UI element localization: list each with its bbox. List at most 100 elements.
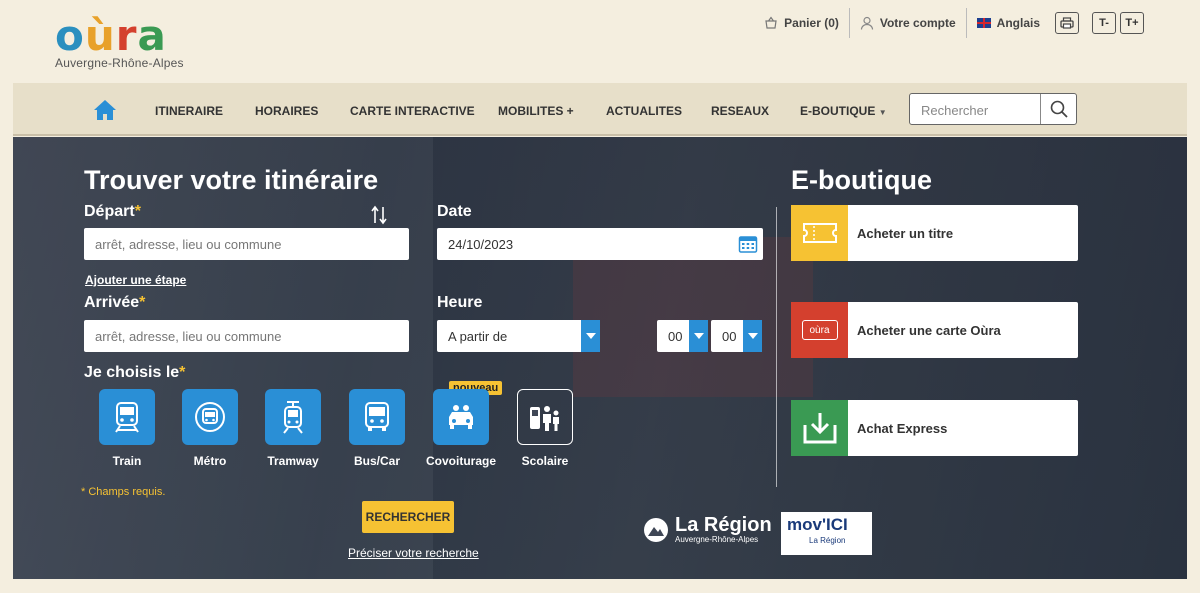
mode-covoiturage-button[interactable]: [433, 389, 489, 445]
download-icon: [791, 400, 848, 456]
mode-train-button[interactable]: [99, 389, 155, 445]
mode-train-label: Train: [112, 454, 142, 468]
depart-label: Départ*: [84, 203, 141, 221]
section-divider: [776, 207, 777, 487]
search-input[interactable]: Rechercher: [921, 103, 988, 118]
logo-wordmark: oùra: [55, 11, 167, 60]
logo-subtitle: Auvergne-Rhône-Alpes: [55, 56, 184, 70]
arrivee-field[interactable]: arrêt, adresse, lieu ou commune: [84, 320, 409, 352]
required-note: * Champs requis.: [81, 486, 166, 498]
date-input[interactable]: 24/10/2023: [448, 237, 513, 252]
language-switch[interactable]: Anglais: [965, 8, 1050, 38]
cart-link[interactable]: Panier (0): [754, 8, 849, 38]
hour-value: 00: [668, 329, 683, 344]
movici-logo[interactable]: mov'ICI La Région: [781, 512, 872, 555]
chevron-down-icon: ▼: [878, 108, 887, 117]
search-button[interactable]: [1040, 94, 1076, 124]
account-link[interactable]: Votre compte: [848, 8, 966, 38]
oura-card-text: oùra: [801, 320, 838, 340]
mode-tramway-label: Tramway: [267, 454, 319, 468]
depart-input[interactable]: arrêt, adresse, lieu ou commune: [95, 237, 281, 252]
buy-ticket-card[interactable]: Acheter un titre: [791, 205, 1078, 261]
bus-icon: [365, 402, 389, 431]
search-itinerary-button[interactable]: RECHERCHER: [362, 501, 454, 533]
tram-icon: [283, 401, 303, 434]
minute-select[interactable]: 00: [711, 320, 762, 352]
region-mountain-icon: [644, 517, 668, 542]
printer-icon: [1060, 17, 1074, 29]
oura-card-icon: oùra: [791, 302, 848, 358]
hero-panel: Trouver votre itinéraire Départ* arrêt, …: [13, 137, 1187, 579]
date-field[interactable]: 24/10/2023: [437, 228, 763, 260]
add-step-link[interactable]: Ajouter une étape: [85, 273, 186, 287]
nav-reseaux[interactable]: RESEAUX: [711, 104, 769, 118]
mode-covoiturage-label: Covoiturage: [425, 454, 496, 468]
mode-scolaire-label: Scolaire: [521, 454, 569, 468]
buy-card-card[interactable]: oùra Acheter une carte Oùra: [791, 302, 1078, 358]
region-logo[interactable]: La Région Auvergne-Rhône-Alpes: [643, 515, 772, 544]
uk-flag-icon: [976, 18, 991, 28]
nav-carte-interactive[interactable]: CARTE INTERACTIVE: [350, 104, 475, 118]
date-label: Date: [437, 203, 472, 220]
user-icon: [860, 16, 873, 30]
nav-actualites[interactable]: ACTUALITES: [606, 104, 682, 118]
main-nav: ITINERAIRE HORAIRES CARTE INTERACTIVE MO…: [13, 83, 1187, 136]
minute-value: 00: [722, 329, 737, 344]
mode-bus-label: Bus/Car: [353, 454, 400, 468]
language-label: Anglais: [996, 16, 1040, 30]
hour-select[interactable]: 00: [657, 320, 708, 352]
mode-tramway-button[interactable]: [265, 389, 321, 445]
print-button[interactable]: [1055, 12, 1079, 34]
metro-icon: [195, 402, 225, 432]
text-smaller-button[interactable]: T-: [1092, 12, 1116, 34]
eshop-title: E-boutique: [791, 165, 932, 195]
depart-label-text: Départ: [84, 203, 135, 220]
planner-title: Trouver votre itinéraire: [84, 165, 379, 195]
movici-subtitle: La Région: [809, 536, 846, 545]
required-star: *: [179, 364, 186, 381]
search-icon: [1050, 100, 1068, 118]
carpool-icon: [449, 405, 473, 429]
buy-ticket-label: Acheter un titre: [857, 225, 954, 241]
mode-label: Je choisis le*: [84, 364, 185, 382]
heure-label: Heure: [437, 294, 483, 311]
account-label: Votre compte: [879, 16, 956, 30]
chevron-down-icon: [743, 320, 762, 352]
depart-field[interactable]: arrêt, adresse, lieu ou commune: [84, 228, 409, 260]
nav-mobilites[interactable]: MOBILITES +: [498, 104, 574, 118]
heure-mode-select[interactable]: A partir de: [437, 320, 600, 352]
nav-eboutique[interactable]: E-BOUTIQUE ▼: [800, 104, 887, 118]
calendar-icon[interactable]: [738, 234, 758, 254]
required-star: *: [134, 203, 141, 220]
chevron-down-icon: [581, 320, 600, 352]
background-tram: [573, 237, 813, 397]
mode-metro-button[interactable]: [182, 389, 238, 445]
movici-title: mov'ICI: [787, 515, 848, 534]
swap-icon[interactable]: [371, 205, 387, 225]
mode-label-text: Je choisis le: [84, 364, 180, 381]
nav-eboutique-label: E-BOUTIQUE: [800, 104, 876, 118]
school-icon: [530, 406, 559, 431]
express-purchase-card[interactable]: Achat Express: [791, 400, 1078, 456]
mode-scolaire-button[interactable]: [517, 389, 573, 445]
train-icon: [115, 402, 139, 433]
nav-horaires[interactable]: HORAIRES: [255, 104, 318, 118]
required-star: *: [139, 294, 146, 311]
nav-itineraire[interactable]: ITINERAIRE: [155, 104, 223, 118]
chevron-down-icon: [689, 320, 708, 352]
buy-card-label: Acheter une carte Oùra: [857, 322, 1001, 338]
region-subtitle: Auvergne-Rhône-Alpes: [675, 535, 759, 544]
arrivee-input[interactable]: arrêt, adresse, lieu ou commune: [95, 329, 281, 344]
mode-metro-label: Métro: [193, 454, 227, 468]
mode-bus-button[interactable]: [349, 389, 405, 445]
site-search[interactable]: Rechercher: [909, 93, 1077, 125]
accessibility-tools: T- T+: [1055, 12, 1144, 34]
ticket-icon: [791, 205, 848, 261]
region-title: La Région: [675, 514, 772, 536]
arrivee-label: Arrivée*: [84, 294, 145, 312]
oura-logo[interactable]: oùra Auvergne-Rhône-Alpes: [55, 11, 184, 71]
home-icon[interactable]: [93, 99, 117, 121]
cart-label: Panier (0): [784, 16, 839, 30]
text-bigger-button[interactable]: T+: [1120, 12, 1144, 34]
refine-search-link[interactable]: Préciser votre recherche: [348, 546, 479, 560]
